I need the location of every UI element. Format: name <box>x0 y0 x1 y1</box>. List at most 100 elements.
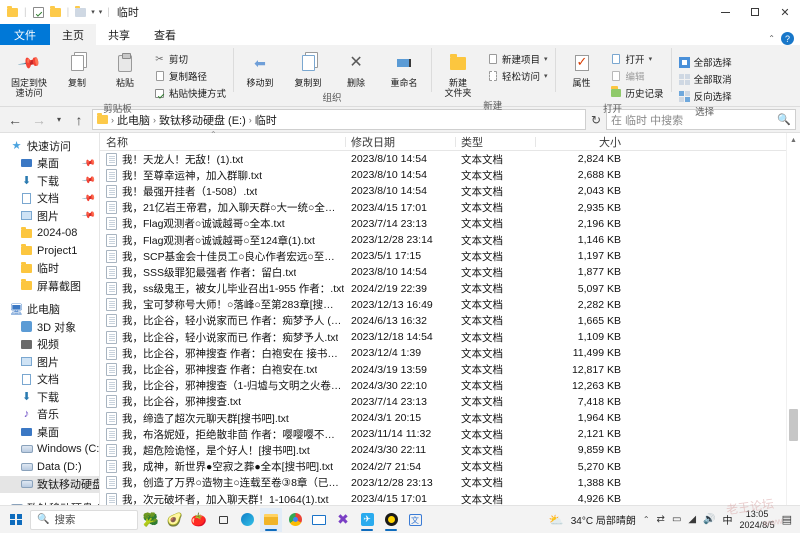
obs-icon[interactable] <box>380 508 402 532</box>
sidebar-item[interactable]: 致钛移动硬盘 (E:) <box>0 475 99 493</box>
chevron-down-icon[interactable]: ▾ <box>99 8 103 16</box>
table-row[interactable]: 我，布洛妮娅，拒绝散非茴 作者：嘤嘤嘤不死… 2023/11/14 11:32 文本… <box>100 426 800 442</box>
forward-button[interactable]: → <box>28 109 50 131</box>
file-name-cell[interactable]: 我，比企谷，邪神搜查 作者：白袍安在 接书吧… <box>100 346 345 361</box>
select-all-button[interactable]: 全部选择 <box>675 54 735 70</box>
sidebar-item[interactable]: 文档 📌 <box>0 190 99 208</box>
avocado-icon[interactable]: 🥑 <box>164 508 186 532</box>
notification-icon[interactable]: ▤ <box>782 513 792 526</box>
pin-to-quick-access-button[interactable]: 📌 固定到快 速访问 <box>6 48 52 98</box>
chevron-down-icon[interactable]: ▾ <box>544 72 548 80</box>
search-icon[interactable]: 🔍 <box>777 113 791 126</box>
table-row[interactable]: 我，比企谷，邪神搜查 作者：白袍安在.txt 2024/3/19 13:59 文本文… <box>100 361 800 377</box>
file-name-cell[interactable]: 我，Flag观测者○诚诚越哥○全本.txt <box>100 216 345 231</box>
file-name-cell[interactable]: 我，比企谷，轻小说家而已 作者：痴梦予人.txt <box>100 330 345 345</box>
table-row[interactable]: 我，21亿岩王帝君，加入聊天群○大一统○全… 2023/4/15 17:01 文本文… <box>100 200 800 216</box>
vertical-scrollbar[interactable]: ▲ ▼ <box>786 133 800 529</box>
breadcrumb-item-drive[interactable]: 致钛移动硬盘 (E:) <box>159 112 246 128</box>
tomato-icon[interactable]: 🍅 <box>188 508 210 532</box>
properties-button[interactable]: 属性 <box>559 48 605 88</box>
file-name-cell[interactable]: 我，Flag观测者○诚诚越哥○至124章(1).txt <box>100 233 345 248</box>
sidebar-item[interactable]: Windows (C:) <box>0 441 99 459</box>
clock[interactable]: 13:05 2024/8/5 <box>740 509 775 531</box>
task-view-icon[interactable] <box>212 508 234 532</box>
table-row[interactable]: 我，比企谷，轻小说家而已 作者：痴梦予人 (1)… 2024/6/13 16:32… <box>100 313 800 329</box>
customize-icon[interactable] <box>74 5 87 19</box>
chevron-down-icon[interactable]: ▾ <box>91 8 95 16</box>
chevron-up-icon[interactable]: ⌃ <box>643 515 650 524</box>
sidebar-item[interactable]: ⬇ 下载 📌 <box>0 172 99 190</box>
file-name-cell[interactable]: 我，超危险诡怪，是个好人！[搜书吧].txt <box>100 443 345 458</box>
file-name-cell[interactable]: 我！至尊幸运神，加入群聊.txt <box>100 168 345 183</box>
sidebar-item[interactable]: ♪ 音乐 <box>0 406 99 424</box>
folder-icon[interactable] <box>6 5 19 19</box>
new-folder-icon[interactable] <box>49 5 62 19</box>
new-item-button[interactable]: 新建项目 ▾ <box>483 51 551 67</box>
sidebar-item[interactable]: 屏幕截图 <box>0 277 99 295</box>
pin-icon[interactable]: 📌 <box>81 208 96 223</box>
settings-tray-icon[interactable]: ⇄ <box>657 514 665 525</box>
column-header-type[interactable]: 类型 <box>455 134 535 150</box>
table-row[interactable]: 我，创造了万界○造物主○连载至卷③8章（已… 2023/12/28 23:13 文本… <box>100 475 800 491</box>
sidebar-item[interactable]: 视频 <box>0 336 99 354</box>
chrome-icon[interactable] <box>284 508 306 532</box>
pin-icon[interactable]: 📌 <box>81 156 96 171</box>
sidebar-item[interactable]: Project1 <box>0 242 99 260</box>
invert-selection-button[interactable]: 反向选择 <box>675 88 735 104</box>
minimize-button[interactable] <box>710 0 740 24</box>
sidebar-item[interactable]: Data (D:) <box>0 458 99 476</box>
new-folder-button[interactable]: 新建 文件夹 <box>435 48 481 98</box>
table-row[interactable]: 我，比企谷，邪神搜查.txt 2023/7/14 23:13 文本文档 7,418 K… <box>100 394 800 410</box>
refresh-button[interactable]: ↻ <box>588 113 604 127</box>
table-row[interactable]: 我，Flag观测者○诚诚越哥○至124章(1).txt 2023/12/28 23… <box>100 232 800 248</box>
table-row[interactable]: 我！最强开挂者（1-508）.txt 2023/8/10 14:54 文本文档 2,0… <box>100 183 800 199</box>
scrollbar-thumb[interactable] <box>789 409 798 441</box>
table-row[interactable]: 我，超危险诡怪，是个好人！[搜书吧].txt 2024/3/30 22:11 文本文… <box>100 442 800 458</box>
pin-icon[interactable]: 📌 <box>81 191 96 206</box>
help-icon[interactable]: ? <box>781 32 794 45</box>
table-row[interactable]: 我，宝可梦称号大师！○落峰○至第283章[搜… 2023/12/13 16:49 文… <box>100 297 800 313</box>
cut-button[interactable]: ✂ 剪切 <box>150 51 229 67</box>
table-row[interactable]: 我，SCP基金会十佳员工○良心作者宏远○至第… 2023/5/1 17:15 文本文… <box>100 248 800 264</box>
properties-icon[interactable] <box>32 6 45 19</box>
file-explorer-icon[interactable] <box>260 507 282 532</box>
copy-path-button[interactable]: 复制路径 <box>150 68 229 84</box>
start-icon[interactable] <box>4 508 28 532</box>
file-name-cell[interactable]: 我，ss级鬼王，被女儿毕业召出1-955 作者：.txt <box>100 281 345 296</box>
taskbar-search-input[interactable]: 🔍 搜索 <box>30 509 138 530</box>
pin-icon[interactable]: 📌 <box>81 173 96 188</box>
file-name-cell[interactable]: 我，比企谷，邪神搜查（1-归墟与文明之火卷… <box>100 378 345 393</box>
collapse-ribbon-icon[interactable]: ⌃ <box>768 34 775 43</box>
sidebar-item[interactable]: 3D 对象 <box>0 318 99 336</box>
history-button[interactable]: 历史记录 <box>607 85 667 101</box>
edit-button[interactable]: 编辑 <box>607 68 667 84</box>
scroll-up-button[interactable]: ▲ <box>787 133 800 147</box>
sidebar-item[interactable]: 图片 📌 <box>0 207 99 225</box>
search-input[interactable]: 在 临时 中搜索 <box>611 112 773 128</box>
copy-button[interactable]: 复制 <box>54 48 100 88</box>
edge-icon[interactable] <box>236 508 258 532</box>
file-name-cell[interactable]: 我，创造了万界○造物主○连载至卷③8章（已… <box>100 475 345 490</box>
column-header-name[interactable]: 名称 ⌃ <box>100 130 345 150</box>
table-row[interactable]: 我，成神，新世界●空寂之葬●全本[搜书吧].txt 2024/2/7 21:54 文… <box>100 459 800 475</box>
weather-cloud-icon[interactable]: ⛅ <box>549 513 564 527</box>
tab-view[interactable]: 查看 <box>142 24 188 45</box>
table-row[interactable]: 我，缔造了超次元聊天群[搜书吧].txt 2024/3/1 20:15 文本文档 1,… <box>100 410 800 426</box>
navigation-pane[interactable]: ★ 快速访问 桌面 📌 ⬇ 下载 📌 文档 📌 图片 📌 2024-08 Project1 临时 屏幕截图 🖥… <box>0 133 100 529</box>
up-button[interactable]: ↑ <box>68 109 90 131</box>
sidebar-item[interactable]: 图片 <box>0 353 99 371</box>
file-name-cell[interactable]: 我，宝可梦称号大师！○落峰○至第283章[搜… <box>100 297 345 312</box>
table-row[interactable]: 我！至尊幸运神，加入群聊.txt 2023/8/10 14:54 文本文档 2,688… <box>100 167 800 183</box>
delete-button[interactable]: ✕ 删除 <box>333 48 379 89</box>
file-name-cell[interactable]: 我，比企谷，轻小说家而已 作者：痴梦予人 (1)… <box>100 313 345 328</box>
move-to-button[interactable]: ⬅ 移动到 <box>237 48 283 89</box>
copy-to-button[interactable]: 复制到 <box>285 48 331 88</box>
table-row[interactable]: 我！天龙人！无敌！(1).txt 2023/8/10 14:54 文本文档 2,824… <box>100 151 800 167</box>
table-row[interactable]: 我，Flag观测者○诚诚越哥○全本.txt 2023/7/14 23:13 文本文档… <box>100 216 800 232</box>
sidebar-item[interactable]: 2024-08 <box>0 225 99 243</box>
file-name-cell[interactable]: 我，比企谷，邪神搜查.txt <box>100 394 345 409</box>
tab-share[interactable]: 共享 <box>96 24 142 45</box>
translator-icon[interactable]: 文 <box>404 508 426 532</box>
paste-shortcut-button[interactable]: 粘贴快捷方式 <box>150 85 229 101</box>
sidebar-item[interactable]: 文档 <box>0 371 99 389</box>
